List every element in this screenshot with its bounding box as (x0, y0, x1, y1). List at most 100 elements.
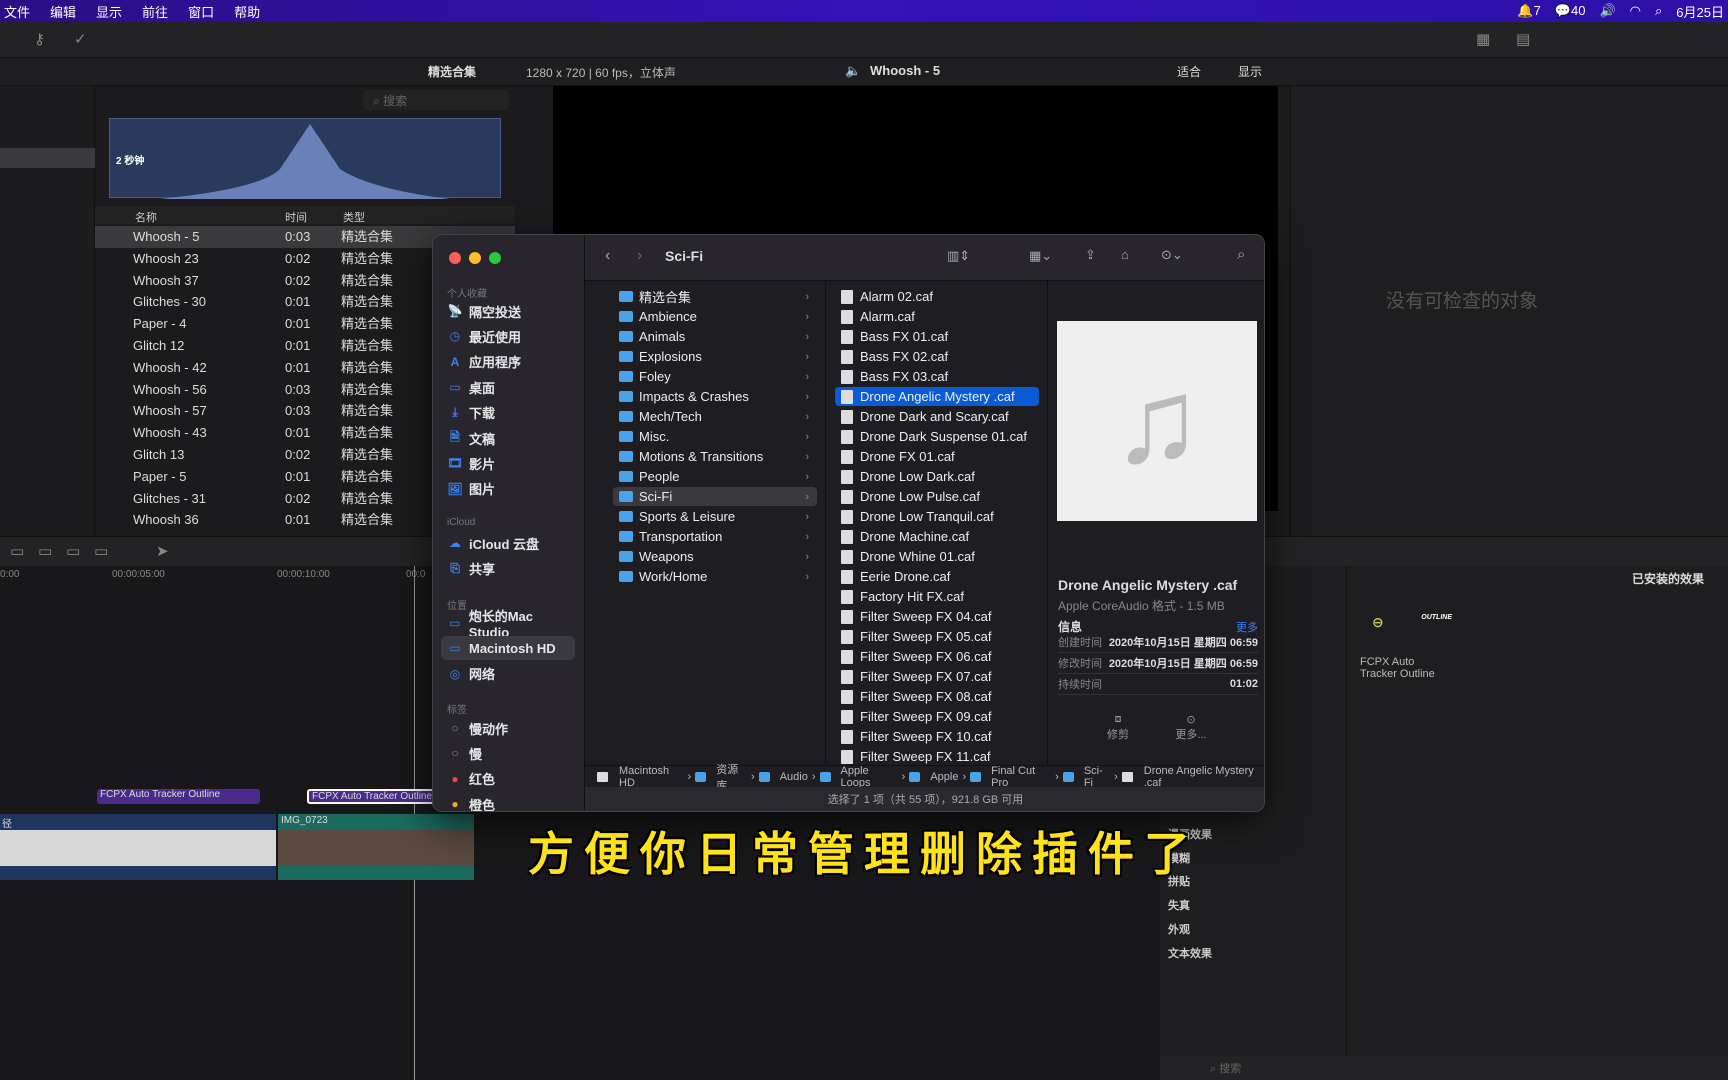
wifi-icon[interactable]: ◠ (1630, 3, 1641, 19)
menu-window[interactable]: 窗口 (188, 2, 214, 21)
file-item[interactable]: Alarm.caf (835, 307, 1039, 326)
folder-item[interactable]: Animals › (613, 327, 817, 346)
file-item[interactable]: Drone Low Dark.caf (835, 467, 1039, 486)
file-item[interactable]: Drone Whine 01.caf (835, 547, 1039, 566)
file-item[interactable]: Drone Dark and Scary.caf (835, 407, 1039, 426)
col-time[interactable]: 时间 (285, 209, 307, 225)
folder-item[interactable]: People › (613, 467, 817, 486)
sidebar-item-loc-1[interactable]: ▭ Macintosh HD (441, 636, 575, 661)
search-icon[interactable]: ⌕ (1655, 3, 1662, 19)
effects-category[interactable]: 失真 (1168, 897, 1190, 913)
sidebar-item-icloud-0[interactable]: ☁ iCloud 云盘 (441, 531, 575, 555)
folder-item[interactable]: Mech/Tech › (613, 407, 817, 426)
file-item[interactable]: Filter Sweep FX 10.caf (835, 727, 1039, 746)
notification-icon[interactable]: 🔔7 (1517, 3, 1540, 19)
effects-category[interactable]: 文本效果 (1168, 945, 1212, 961)
folder-item[interactable]: Ambience › (613, 307, 817, 326)
effects-category[interactable]: 外观 (1168, 921, 1190, 937)
file-item[interactable]: Filter Sweep FX 09.caf (835, 707, 1039, 726)
sidebar-item-fav-3[interactable]: ▭ 桌面 (441, 375, 575, 399)
append-clip-icon[interactable]: ▭ (66, 542, 80, 560)
sidebar-item-fav-4[interactable]: ⤓ 下载 (441, 401, 575, 425)
effect-name[interactable]: FCPX Auto Tracker Outline (1360, 656, 1450, 680)
file-item[interactable]: Drone Angelic Mystery .caf (835, 387, 1039, 406)
select-tool-icon[interactable]: ➤ (156, 542, 169, 560)
tag-icon[interactable]: ⌂ (1121, 247, 1129, 262)
sidebar-item-tag-2[interactable]: ● 红色 (441, 767, 575, 791)
menu-view[interactable]: 显示 (96, 2, 122, 21)
layout-icon[interactable]: ▤ (1516, 30, 1530, 48)
col-name[interactable]: 名称 (135, 209, 157, 225)
menu-help[interactable]: 帮助 (234, 2, 260, 21)
wechat-icon[interactable]: 💬40 (1555, 3, 1586, 19)
col-type[interactable]: 类型 (343, 209, 365, 225)
close-button[interactable] (449, 252, 461, 264)
display-dropdown[interactable]: 显示 (1238, 63, 1262, 80)
zoom-button[interactable] (489, 252, 501, 264)
file-item[interactable]: Drone Dark Suspense 01.caf (835, 427, 1039, 446)
path-segment[interactable]: Sci-Fi (1084, 765, 1110, 789)
folder-item[interactable]: Weapons › (613, 547, 817, 566)
sidebar-item-fav-7[interactable]: 🖼 图片 (441, 477, 575, 501)
column-view-icon[interactable]: ▥⇕ (947, 248, 970, 264)
trim-button[interactable]: ⧈ 修剪 (1098, 713, 1138, 742)
file-item[interactable]: Factory Hit FX.caf (835, 587, 1039, 606)
share-icon[interactable]: ⇪ (1085, 247, 1096, 263)
folder-item[interactable]: Explosions › (613, 347, 817, 366)
sidebar-item-fav-0[interactable]: 📡 隔空投送 (441, 299, 575, 323)
menu-file[interactable]: 文件 (4, 2, 30, 21)
path-segment[interactable]: Apple (930, 771, 958, 783)
file-item[interactable]: Bass FX 01.caf (835, 327, 1039, 346)
date-clock[interactable]: 6月25日 (1676, 2, 1724, 21)
sidebar-item-fav-1[interactable]: ◷ 最近使用 (441, 324, 575, 348)
file-item[interactable]: Drone FX 01.caf (835, 447, 1039, 466)
file-item[interactable]: Filter Sweep FX 05.caf (835, 627, 1039, 646)
collection-title[interactable]: 精选合集 (428, 63, 476, 80)
menu-go[interactable]: 前往 (142, 2, 168, 21)
file-item[interactable]: Eerie Drone.caf (835, 567, 1039, 586)
file-item[interactable]: Alarm 02.caf (835, 287, 1039, 306)
audio-waveform[interactable]: 2 秒钟 (109, 118, 501, 199)
folder-item[interactable]: Work/Home › (613, 567, 817, 586)
path-segment[interactable]: Final Cut Pro (991, 765, 1051, 789)
folder-item[interactable]: Sports & Leisure › (613, 507, 817, 526)
file-item[interactable]: Drone Low Tranquil.caf (835, 507, 1039, 526)
check-circle-icon[interactable]: ✓ (74, 30, 87, 48)
folder-item[interactable]: Misc. › (613, 427, 817, 446)
connect-clip-icon[interactable]: ▭ (10, 542, 24, 560)
file-item[interactable]: Filter Sweep FX 04.caf (835, 607, 1039, 626)
overwrite-clip-icon[interactable]: ▭ (94, 542, 108, 560)
path-segment[interactable]: Apple Loops (841, 765, 898, 789)
file-item[interactable]: Bass FX 02.caf (835, 347, 1039, 366)
insert-clip-icon[interactable]: ▭ (38, 542, 52, 560)
key-icon[interactable]: ⚷ (34, 30, 45, 48)
file-item[interactable]: Filter Sweep FX 07.caf (835, 667, 1039, 686)
group-icon[interactable]: ▦⌄ (1029, 248, 1052, 264)
sidebar-item-icloud-1[interactable]: ⎘ 共享 (441, 556, 575, 580)
effect-thumbnail[interactable]: ⊖ OUTLINE (1372, 614, 1452, 654)
effects-search[interactable]: ⌕ 搜索 (1210, 1060, 1241, 1076)
file-item[interactable]: Drone Low Pulse.caf (835, 487, 1039, 506)
path-segment[interactable]: Drone Angelic Mystery .caf (1144, 765, 1264, 789)
sidebar-item-tag-1[interactable]: ○ 慢 (441, 741, 575, 765)
path-segment[interactable]: Audio (780, 771, 808, 783)
more-actions-icon[interactable]: ⊙⌄ (1161, 247, 1183, 263)
menu-edit[interactable]: 编辑 (50, 2, 76, 21)
file-item[interactable]: Filter Sweep FX 11.caf (835, 747, 1039, 766)
more-button[interactable]: ⊙ 更多... (1166, 713, 1216, 742)
folder-item[interactable]: Transportation › (613, 527, 817, 546)
folder-item[interactable]: Motions & Transitions › (613, 447, 817, 466)
title-clip[interactable]: FCPX Auto Tracker Outline (97, 789, 260, 804)
file-item[interactable]: Drone Machine.caf (835, 527, 1039, 546)
search-icon[interactable]: ⌕ (1237, 246, 1245, 263)
file-item[interactable]: Filter Sweep FX 08.caf (835, 687, 1039, 706)
folder-item[interactable]: Impacts & Crashes › (613, 387, 817, 406)
path-segment[interactable]: Macintosh HD (619, 765, 684, 789)
sidebar-item-tag-3[interactable]: ● 橙色 (441, 792, 575, 811)
search-input[interactable]: ⌕ 搜索 (363, 90, 509, 110)
minimize-button[interactable] (469, 252, 481, 264)
folder-item[interactable]: Foley › (613, 367, 817, 386)
back-icon[interactable]: ‹ (605, 247, 610, 265)
grid-icon[interactable]: ▦ (1476, 30, 1490, 48)
file-item[interactable]: Filter Sweep FX 06.caf (835, 647, 1039, 666)
